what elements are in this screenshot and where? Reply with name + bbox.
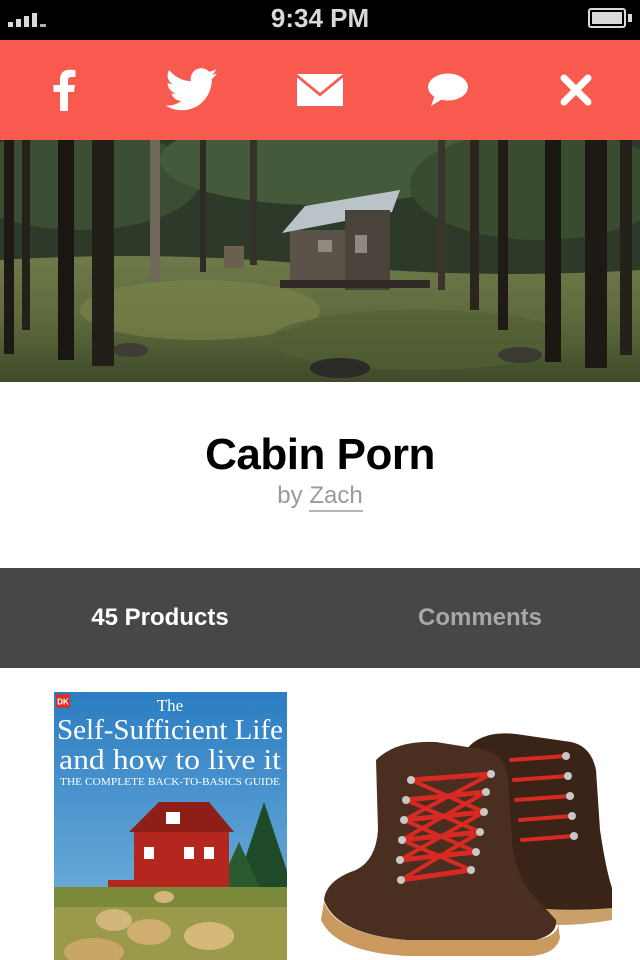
collection-title: Cabin Porn [205, 430, 435, 479]
comment-icon [428, 73, 468, 106]
author-link[interactable]: Zach [309, 482, 363, 512]
mail-icon [297, 74, 343, 106]
product-boots-image[interactable] [316, 720, 616, 960]
collection-header: Cabin Porn by Zach [0, 382, 640, 568]
facebook-icon [53, 69, 76, 111]
tab-products[interactable]: 45 Products [0, 568, 320, 668]
share-bar [0, 40, 640, 140]
status-time: 9:34 PM [270, 3, 370, 33]
byline: by Zach [0, 482, 640, 512]
book-title-line-3: and how to live it [59, 744, 281, 776]
tab-comments[interactable]: Comments [320, 568, 640, 668]
close-button[interactable] [541, 55, 611, 125]
product-book-image[interactable]: DK The Self-Sufficient Life and how to l… [54, 692, 287, 960]
facebook-share-button[interactable] [29, 55, 99, 125]
close-icon [560, 74, 592, 106]
book-title-line-2: Self-Sufficient Life [57, 714, 283, 746]
twitter-icon [165, 68, 218, 111]
book-subtitle: THE COMPLETE BACK-TO-BASICS GUIDE [60, 777, 280, 788]
status-bar: 9:34 PM [0, 0, 640, 40]
publisher-logo: DK [57, 698, 69, 707]
tab-bar: 45 Products Comments [0, 568, 640, 668]
cabin-hero-image [0, 140, 640, 382]
email-share-button[interactable] [285, 55, 355, 125]
twitter-share-button[interactable] [157, 55, 227, 125]
book-title-line-1: The [157, 696, 183, 715]
byline-prefix: by [277, 482, 303, 509]
comment-share-button[interactable] [413, 55, 483, 125]
battery-icon [588, 8, 632, 28]
